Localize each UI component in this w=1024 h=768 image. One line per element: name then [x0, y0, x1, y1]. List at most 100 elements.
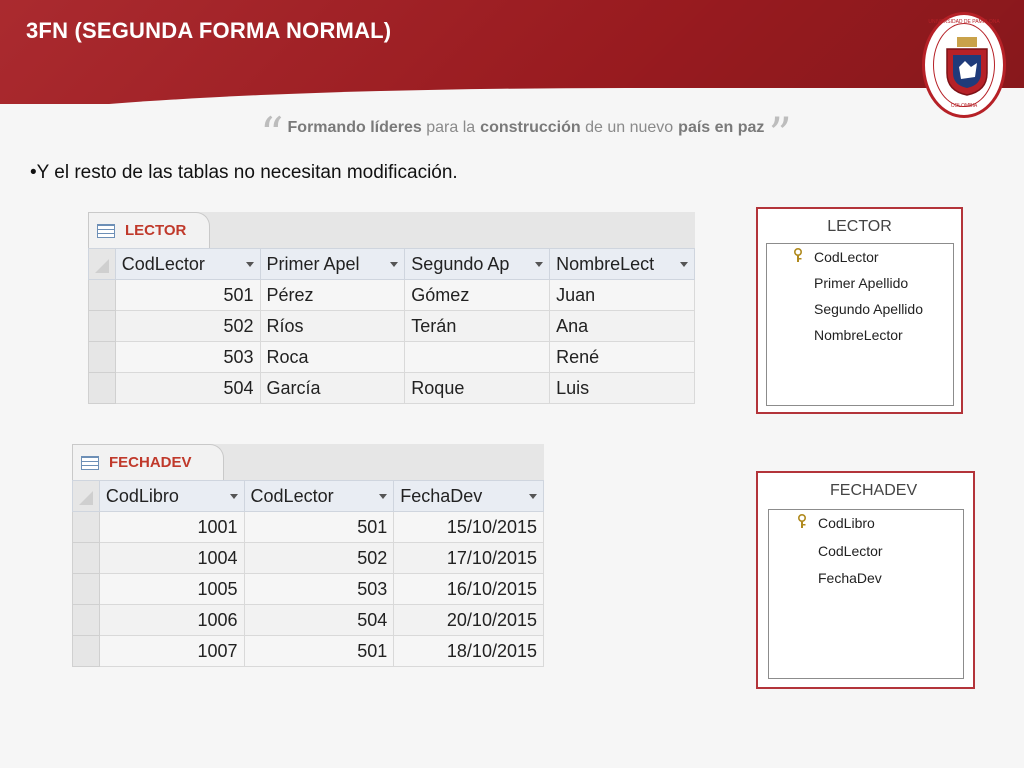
schema-field: Primer Apellido [814, 275, 909, 291]
slogan-word: construcción [480, 119, 581, 136]
cell[interactable]: 501 [243, 511, 395, 543]
dropdown-arrow-icon[interactable] [245, 261, 254, 267]
fechadev-grid: CodLibro CodLector FechaDev 1001 501 15/… [72, 480, 544, 667]
table-row[interactable]: 1004 502 17/10/2015 [72, 542, 544, 574]
cell[interactable]: Terán [404, 310, 551, 342]
key-icon [798, 514, 806, 528]
table-icon [81, 455, 99, 470]
cell[interactable]: 17/10/2015 [393, 542, 544, 574]
row-selector[interactable] [88, 310, 116, 342]
cell[interactable]: 1006 [98, 604, 245, 636]
cell[interactable]: 18/10/2015 [393, 635, 544, 667]
table-row[interactable]: 1006 504 20/10/2015 [72, 604, 544, 636]
dropdown-arrow-icon[interactable] [390, 261, 399, 267]
tab-lector[interactable]: LECTOR [88, 212, 210, 248]
lector-grid: CodLector Primer Apel Segundo Ap NombreL… [88, 248, 695, 404]
cell[interactable]: René [549, 341, 695, 373]
schema-field: CodLibro [818, 515, 875, 531]
cell[interactable]: 504 [114, 372, 261, 404]
column-header[interactable]: Segundo Ap [404, 248, 551, 280]
schema-field: Segundo Apellido [814, 301, 923, 317]
slogan-word: de un nuevo [585, 119, 674, 136]
schema-title: FECHADEV [830, 482, 918, 499]
dropdown-arrow-icon[interactable] [680, 261, 688, 267]
cell[interactable]: Pérez [259, 279, 406, 311]
column-header[interactable]: Primer Apel [259, 248, 406, 280]
dropdown-arrow-icon[interactable] [535, 261, 544, 267]
logo-text-bottom: COLOMBIA [950, 103, 978, 109]
close-quote-icon: ” [768, 107, 792, 161]
schema-field: NombreLector [814, 327, 903, 343]
table-row[interactable]: 1001 501 15/10/2015 [72, 511, 544, 543]
column-header[interactable]: FechaDev [393, 480, 544, 512]
open-quote-icon: “ [260, 107, 284, 161]
table-row[interactable]: 503 Roca René [88, 341, 695, 373]
row-selector[interactable] [72, 542, 100, 574]
select-all-corner[interactable] [88, 248, 116, 280]
column-header[interactable]: CodLibro [98, 480, 245, 512]
dropdown-arrow-icon[interactable] [379, 493, 388, 499]
row-selector[interactable] [72, 511, 100, 543]
select-all-corner[interactable] [72, 480, 100, 512]
schema-field: FechaDev [818, 570, 882, 586]
slogan-word: líderes [370, 119, 422, 136]
schema-field: CodLector [814, 249, 879, 265]
cell[interactable]: 20/10/2015 [393, 604, 544, 636]
slogan-word: Formando [287, 119, 366, 136]
dropdown-arrow-icon[interactable] [529, 493, 537, 499]
cell[interactable]: 1004 [98, 542, 245, 574]
slide-title: 3FN (SEGUNDA FORMA NORMAL) [26, 18, 392, 43]
cell[interactable]: 502 [243, 542, 395, 574]
schema-title: LECTOR [827, 218, 892, 235]
column-header[interactable]: CodLector [114, 248, 261, 280]
cell[interactable]: 15/10/2015 [393, 511, 544, 543]
schema-field: CodLector [818, 543, 883, 559]
cell[interactable]: 1005 [98, 573, 245, 605]
tab-label: FECHADEV [109, 454, 192, 471]
lector-schema-box: LECTOR CodLector Primer Apellido Segundo… [756, 207, 963, 414]
cell[interactable]: 1001 [98, 511, 245, 543]
cell[interactable]: 503 [114, 341, 261, 373]
table-row[interactable]: 502 Ríos Terán Ana [88, 310, 695, 342]
tab-fechadev[interactable]: FECHADEV [72, 444, 224, 480]
cell[interactable]: García [259, 372, 406, 404]
table-row[interactable]: 1005 503 16/10/2015 [72, 573, 544, 605]
university-logo: UNIVERSIDAD DE PAMPLONA COLOMBIA [922, 12, 1006, 118]
table-row[interactable]: 504 García Roque Luis [88, 372, 695, 404]
slogan: “ Formando líderes para la construcción … [256, 108, 796, 157]
cell[interactable]: 501 [114, 279, 261, 311]
cell[interactable]: Roca [259, 341, 406, 373]
cell[interactable]: Juan [549, 279, 695, 311]
cell[interactable]: 16/10/2015 [393, 573, 544, 605]
key-icon [794, 248, 802, 262]
row-selector[interactable] [88, 341, 116, 373]
column-header[interactable]: CodLector [243, 480, 395, 512]
row-selector[interactable] [72, 573, 100, 605]
bullet-text: •Y el resto de las tablas no necesitan m… [30, 162, 458, 183]
row-selector[interactable] [88, 279, 116, 311]
cell[interactable]: 504 [243, 604, 395, 636]
cell[interactable]: Gómez [404, 279, 551, 311]
slogan-word: para la [426, 119, 476, 136]
cell[interactable] [404, 341, 551, 373]
table-row[interactable]: 501 Pérez Gómez Juan [88, 279, 695, 311]
logo-text-top: UNIVERSIDAD DE PAMPLONA [928, 19, 1000, 25]
cell[interactable]: Roque [404, 372, 551, 404]
cell[interactable]: 1007 [98, 635, 245, 667]
table-icon [97, 223, 115, 238]
cell[interactable]: Ana [549, 310, 695, 342]
cell[interactable]: 503 [243, 573, 395, 605]
shield-icon [946, 37, 988, 96]
column-header[interactable]: NombreLect [549, 248, 695, 280]
row-selector[interactable] [72, 635, 100, 667]
row-selector[interactable] [88, 372, 116, 404]
row-selector[interactable] [72, 604, 100, 636]
cell[interactable]: Luis [549, 372, 695, 404]
table-row[interactable]: 1007 501 18/10/2015 [72, 635, 544, 667]
cell[interactable]: 502 [114, 310, 261, 342]
slogan-word: país en paz [678, 119, 765, 136]
cell[interactable]: 501 [243, 635, 395, 667]
cell[interactable]: Ríos [259, 310, 406, 342]
fechadev-schema-box: FECHADEV CodLibro CodLector FechaDev [756, 471, 975, 689]
dropdown-arrow-icon[interactable] [229, 493, 238, 499]
